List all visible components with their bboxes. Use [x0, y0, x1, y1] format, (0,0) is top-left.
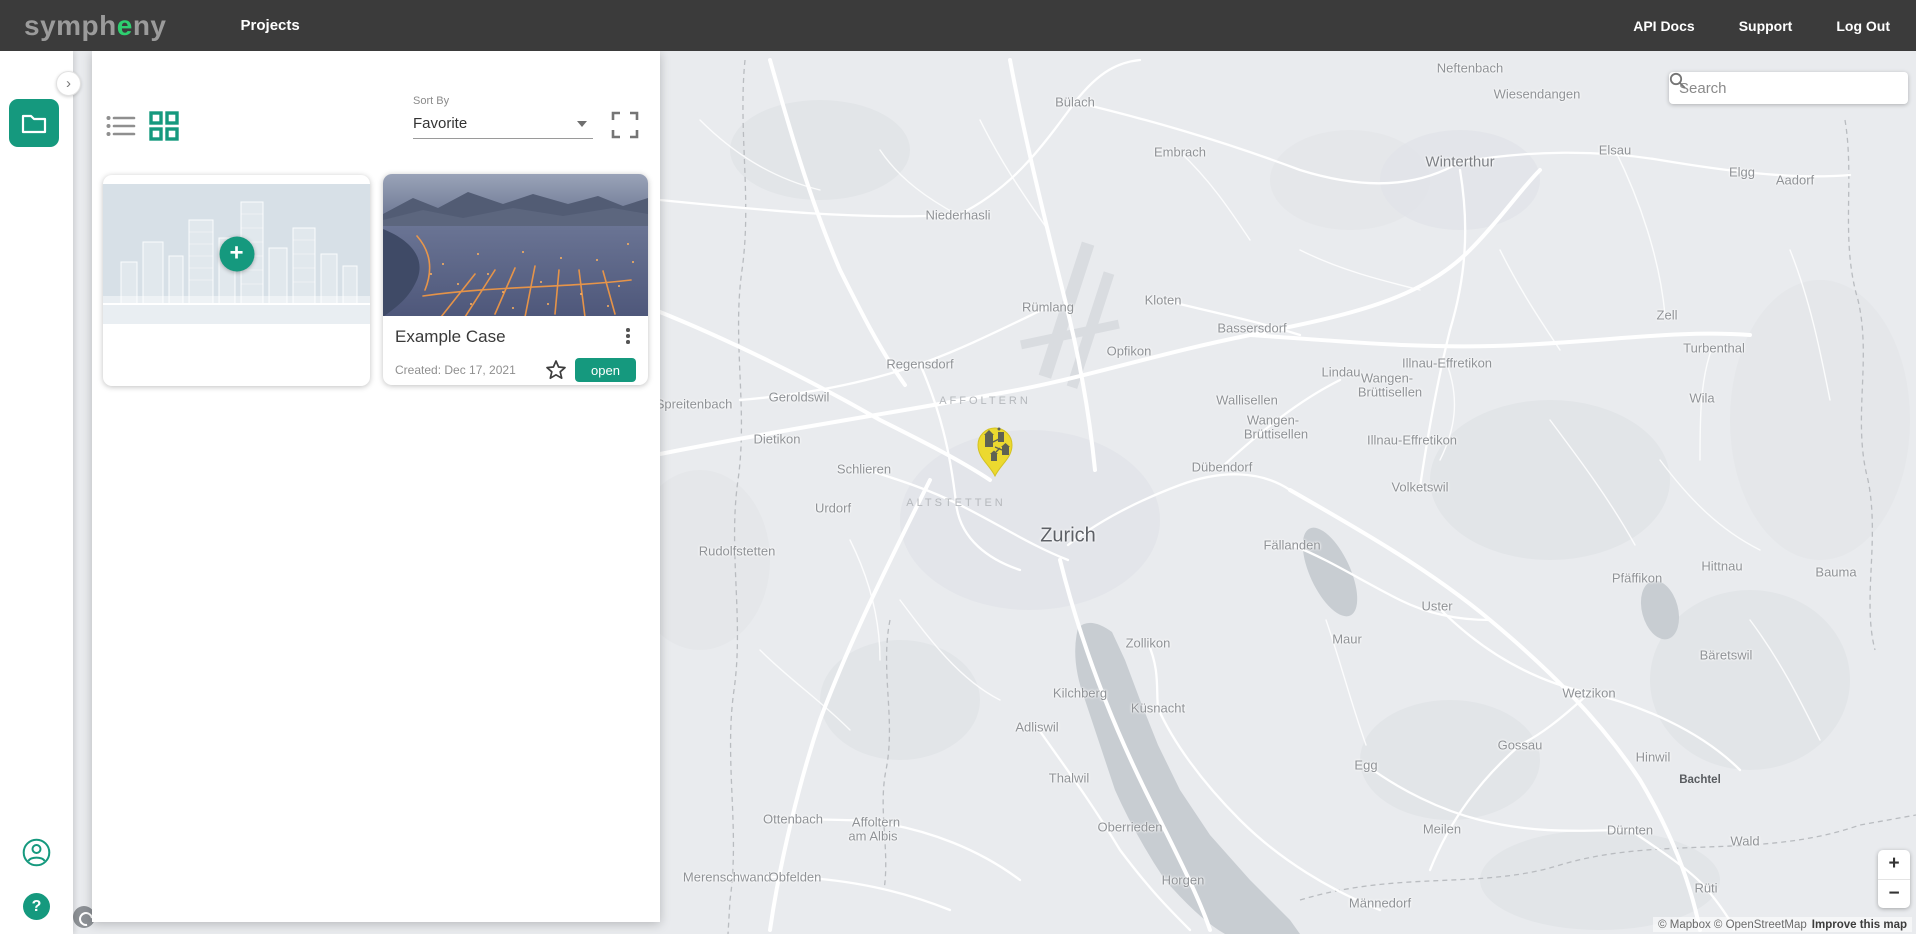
projects-panel: Sort By Favorite — [92, 51, 660, 922]
nav-support[interactable]: Support — [1739, 18, 1793, 34]
projects-folder-button[interactable] — [9, 99, 59, 147]
card-menu-icon[interactable] — [620, 327, 636, 345]
logo-text: symph — [24, 10, 117, 41]
left-sidebar: ? — [0, 51, 73, 934]
logo-text-end: ny — [133, 10, 167, 41]
rail-bottom-icons: ? — [0, 838, 73, 920]
sort-by-label: Sort By — [413, 95, 593, 107]
nav-projects[interactable]: Projects — [241, 17, 300, 34]
search-input[interactable] — [1679, 80, 1859, 97]
panel-header: Sort By Favorite — [92, 51, 660, 151]
example-case-thumbnail[interactable] — [383, 174, 648, 316]
folder-icon — [21, 112, 47, 134]
zoom-out-button[interactable]: − — [1878, 879, 1910, 909]
project-card-example-case: Example Case Created: Dec 17, 2021 open — [383, 174, 648, 385]
map-zoom-control: + − — [1878, 850, 1910, 908]
search-icon — [1669, 72, 1686, 89]
top-nav-bar: sympheny Projects API Docs Support Log O… — [0, 0, 1916, 51]
sort-by-select[interactable]: Sort By Favorite — [413, 95, 593, 139]
add-project-button[interactable]: + — [219, 237, 254, 272]
map-attribution: © Mapbox © OpenStreetMap Improve this ma… — [1653, 917, 1912, 932]
open-project-button[interactable]: open — [575, 358, 636, 382]
sort-by-value: Favorite — [413, 115, 467, 132]
nav-log-out[interactable]: Log Out — [1836, 18, 1890, 34]
account-icon[interactable] — [22, 838, 51, 867]
project-title: Example Case — [395, 327, 506, 347]
nav-right-group: API Docs Support Log Out — [1633, 18, 1890, 34]
grid-view-icon[interactable] — [149, 111, 179, 141]
map-search[interactable] — [1669, 72, 1908, 104]
project-created-date: Created: Dec 17, 2021 — [395, 363, 544, 377]
attribution-text: © Mapbox © OpenStreetMap — [1658, 919, 1807, 931]
help-icon[interactable]: ? — [23, 893, 50, 920]
new-project-thumbnail: + — [103, 184, 370, 324]
nav-api-docs[interactable]: API Docs — [1633, 18, 1694, 34]
dropdown-arrow-icon — [577, 121, 587, 127]
example-case-body: Example Case Created: Dec 17, 2021 open — [383, 316, 648, 382]
fullscreen-icon[interactable] — [611, 111, 639, 139]
new-project-card[interactable]: + — [103, 175, 370, 386]
project-location-marker[interactable] — [965, 414, 1025, 484]
list-view-icon[interactable] — [106, 113, 136, 139]
favorite-star-icon[interactable] — [544, 358, 568, 382]
collapse-chevron-button[interactable]: › — [56, 71, 81, 96]
logo-accent-letter: e — [117, 10, 133, 41]
improve-map-link[interactable]: Improve this map — [1812, 919, 1907, 931]
sympheny-logo[interactable]: sympheny — [24, 10, 167, 42]
zoom-in-button[interactable]: + — [1878, 850, 1910, 879]
